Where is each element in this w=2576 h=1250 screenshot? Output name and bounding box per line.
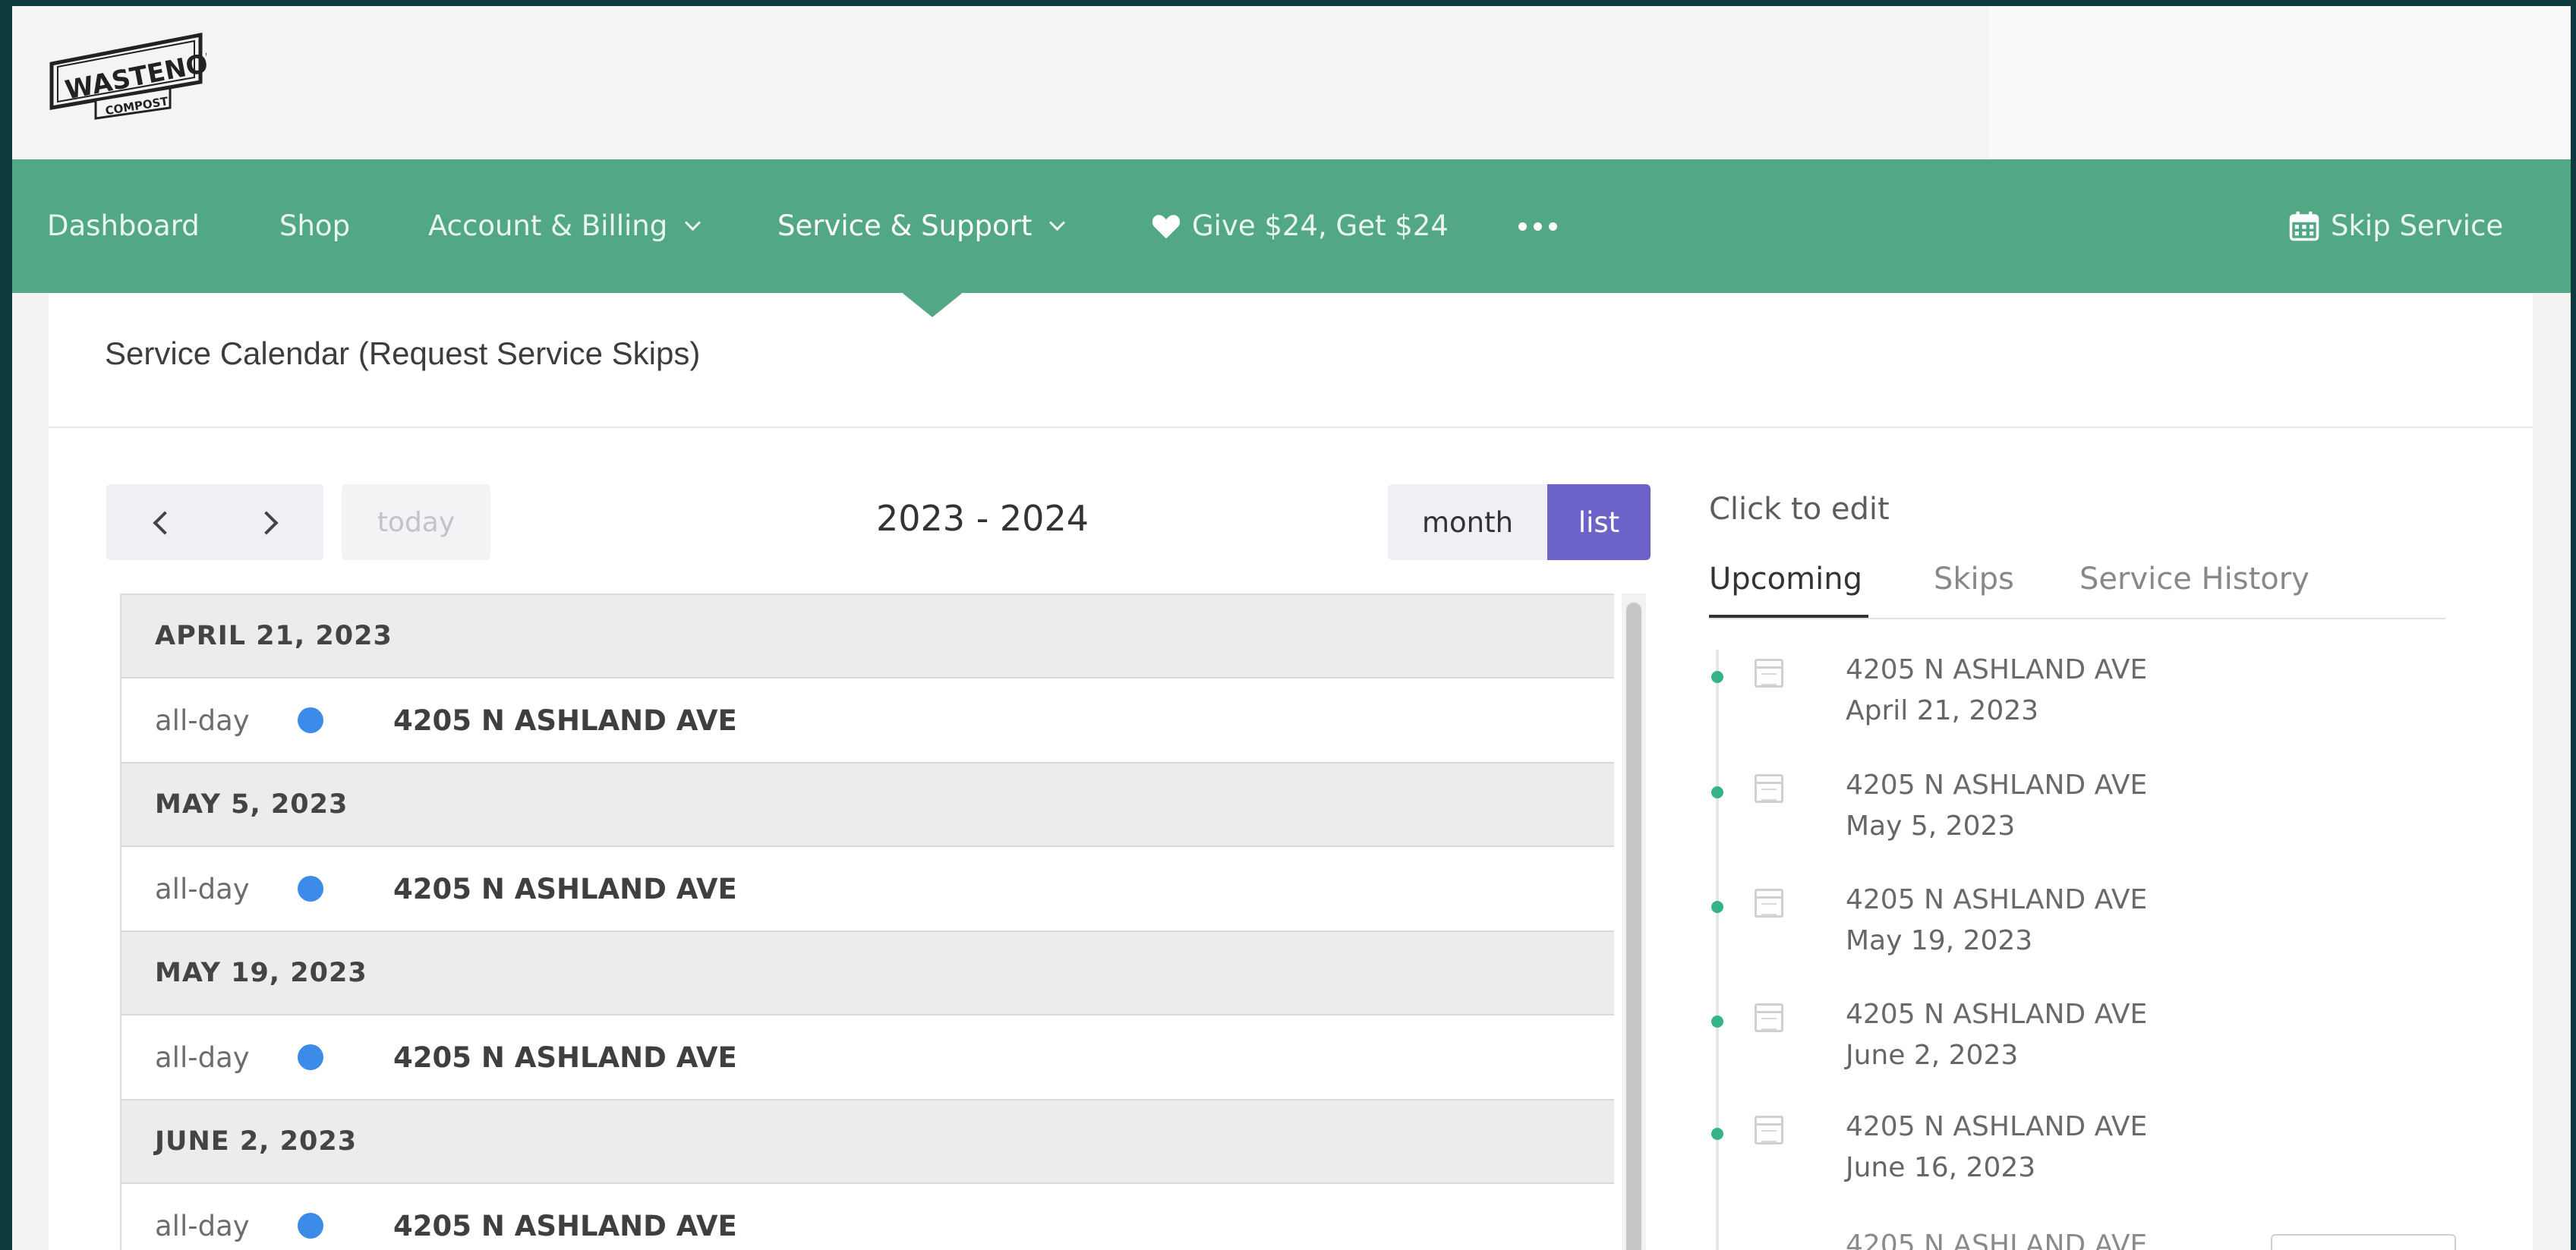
calendar-range-title: 2023 - 2024 (876, 498, 1089, 539)
page-title: Service Calendar (Request Service Skips) (105, 335, 701, 371)
partial-button[interactable] (2271, 1234, 2456, 1250)
timeline-item[interactable]: 4205 N ASHLAND AVE May 5, 2023 (1709, 765, 2438, 849)
ellipsis-icon (1518, 222, 1557, 231)
tab-skips[interactable]: Skips (1934, 562, 2014, 597)
list-view-button[interactable]: list (1547, 484, 1651, 560)
wastenot-logo[interactable]: WASTENOT COMPOST (47, 23, 207, 121)
event-dot-icon (298, 1044, 323, 1070)
app-window: WASTENOT COMPOST Dashboard Shop Account … (12, 6, 2571, 1250)
today-button[interactable]: today (342, 484, 490, 560)
calendar-icon (1755, 659, 1783, 688)
nav-dashboard[interactable]: Dashboard (47, 159, 200, 293)
calendar-nav-group (106, 484, 323, 560)
timeline-item-text: 4205 N ASHLAND AVE May 19, 2023 (1846, 880, 2147, 962)
timeline-dot-icon (1711, 901, 1723, 913)
timeline-item[interactable]: 4205 N ASHLAND AVE April 21, 2023 (1709, 650, 2438, 733)
event-time: all-day (155, 704, 250, 737)
timeline-item[interactable]: 4205 N ASHLAND AVE May 19, 2023 (1709, 880, 2438, 963)
timeline-address: 4205 N ASHLAND AVE (1846, 884, 2148, 915)
day-header: JUNE 2, 2023 (121, 1100, 1614, 1184)
timeline-item[interactable]: 4205 N ASHLAND AVE June 16, 2023 (1709, 1107, 2438, 1190)
timeline-item-text: 4205 N ASHLAND AVE May 5, 2023 (1846, 765, 2147, 847)
event-time: all-day (155, 1209, 250, 1242)
prev-arrow-icon[interactable] (153, 511, 177, 535)
timeline-date: June 16, 2023 (1846, 1152, 2036, 1183)
event-row[interactable]: all-day 4205 N ASHLAND AVE (121, 847, 1614, 932)
top-bar-right-area (1989, 6, 2571, 159)
active-tab-indicator (1709, 615, 1868, 618)
nav-account-billing[interactable]: Account & Billing (428, 159, 702, 293)
nav-more-button[interactable] (1518, 159, 1557, 293)
next-arrow-icon[interactable] (254, 511, 279, 535)
timeline-date: May 5, 2023 (1846, 811, 2016, 842)
top-bar: WASTENOT COMPOST (12, 6, 2571, 159)
timeline-item-text: 4205 N ASHLAND AVE June 16, 2023 (1846, 1107, 2147, 1189)
nav-referral[interactable]: Give $24, Get $24 (1151, 159, 1449, 293)
skip-service-label: Skip Service (2331, 209, 2504, 242)
event-time: all-day (155, 872, 250, 905)
nav-service-support[interactable]: Service & Support (777, 159, 1066, 293)
event-dot-icon (298, 707, 323, 733)
timeline-address: 4205 N ASHLAND AVE (1846, 654, 2148, 685)
day-header: APRIL 21, 2023 (121, 595, 1614, 679)
scrollbar-thumb[interactable] (1626, 603, 1641, 1250)
chevron-down-icon (685, 214, 702, 231)
calendar-icon (1755, 1003, 1783, 1032)
event-row[interactable]: all-day 4205 N ASHLAND AVE (121, 1015, 1614, 1100)
timeline-dot-icon (1711, 671, 1723, 683)
timeline-item-text: 4205 N ASHLAND AVE April 21, 2023 (1846, 650, 2147, 732)
day-header: MAY 19, 2023 (121, 932, 1614, 1015)
timeline-date: April 21, 2023 (1846, 695, 2039, 726)
nav-shop[interactable]: Shop (279, 159, 350, 293)
calendar-icon (1755, 1116, 1783, 1145)
tab-service-history[interactable]: Service History (2079, 562, 2310, 597)
event-dot-icon (298, 876, 323, 902)
skip-service-button[interactable]: Skip Service (2288, 159, 2503, 293)
nav-service-support-label: Service & Support (777, 209, 1033, 242)
timeline-dot-icon (1711, 1128, 1723, 1140)
tab-upcoming[interactable]: Upcoming (1709, 562, 1862, 597)
timeline-date: May 19, 2023 (1846, 925, 2033, 956)
event-title: 4205 N ASHLAND AVE (393, 704, 737, 737)
nav-account-billing-label: Account & Billing (428, 209, 668, 242)
list-scrollbar[interactable] (1622, 594, 1646, 1250)
nav-referral-label: Give $24, Get $24 (1192, 209, 1449, 242)
upcoming-timeline: 4205 N ASHLAND AVE April 21, 2023 4205 N… (1709, 650, 2456, 1250)
event-row[interactable]: all-day 4205 N ASHLAND AVE (121, 679, 1614, 764)
timeline-item[interactable]: 4205 N ASHLAND AVE June 2, 2023 (1709, 994, 2438, 1078)
nav-dashboard-label: Dashboard (47, 209, 200, 242)
calendar-icon (2289, 211, 2319, 241)
service-calendar-card: Service Calendar (Request Service Skips)… (49, 293, 2533, 1250)
month-view-button[interactable]: month (1388, 484, 1547, 560)
click-to-edit-hint: Click to edit (1709, 492, 1890, 527)
day-header: MAY 5, 2023 (121, 764, 1614, 847)
timeline-address: 4205 N ASHLAND AVE (1846, 770, 2148, 801)
card-header: Service Calendar (Request Service Skips) (49, 293, 2533, 428)
main-nav: Dashboard Shop Account & Billing Service… (12, 159, 2571, 293)
event-title: 4205 N ASHLAND AVE (393, 872, 737, 905)
panel-tabs: Upcoming Skips Service History (1709, 553, 2445, 619)
event-time: all-day (155, 1041, 250, 1074)
event-title: 4205 N ASHLAND AVE (393, 1041, 737, 1074)
timeline-dot-icon (1711, 786, 1723, 798)
calendar-icon (1755, 774, 1783, 803)
event-dot-icon (298, 1213, 323, 1239)
timeline-address: 4205 N ASHLAND AVE (1846, 1111, 2148, 1142)
nav-shop-label: Shop (279, 209, 351, 242)
chevron-down-icon (1049, 214, 1066, 231)
calendar-icon (1755, 889, 1783, 918)
event-row[interactable]: all-day 4205 N ASHLAND AVE (121, 1184, 1614, 1250)
timeline-item-text: 4205 N ASHLAND AVE June 2, 2023 (1846, 994, 2147, 1076)
timeline-dot-icon (1711, 1015, 1723, 1028)
timeline-partial-item[interactable]: 4205 N ASHLAND AVE (1846, 1230, 2147, 1250)
heart-icon (1152, 215, 1181, 239)
active-nav-pointer (900, 291, 964, 317)
timeline-address: 4205 N ASHLAND AVE (1846, 999, 2148, 1030)
timeline-date: June 2, 2023 (1846, 1040, 2019, 1071)
calendar-event-list: APRIL 21, 2023 all-day 4205 N ASHLAND AV… (120, 594, 1614, 1250)
event-title: 4205 N ASHLAND AVE (393, 1209, 737, 1242)
